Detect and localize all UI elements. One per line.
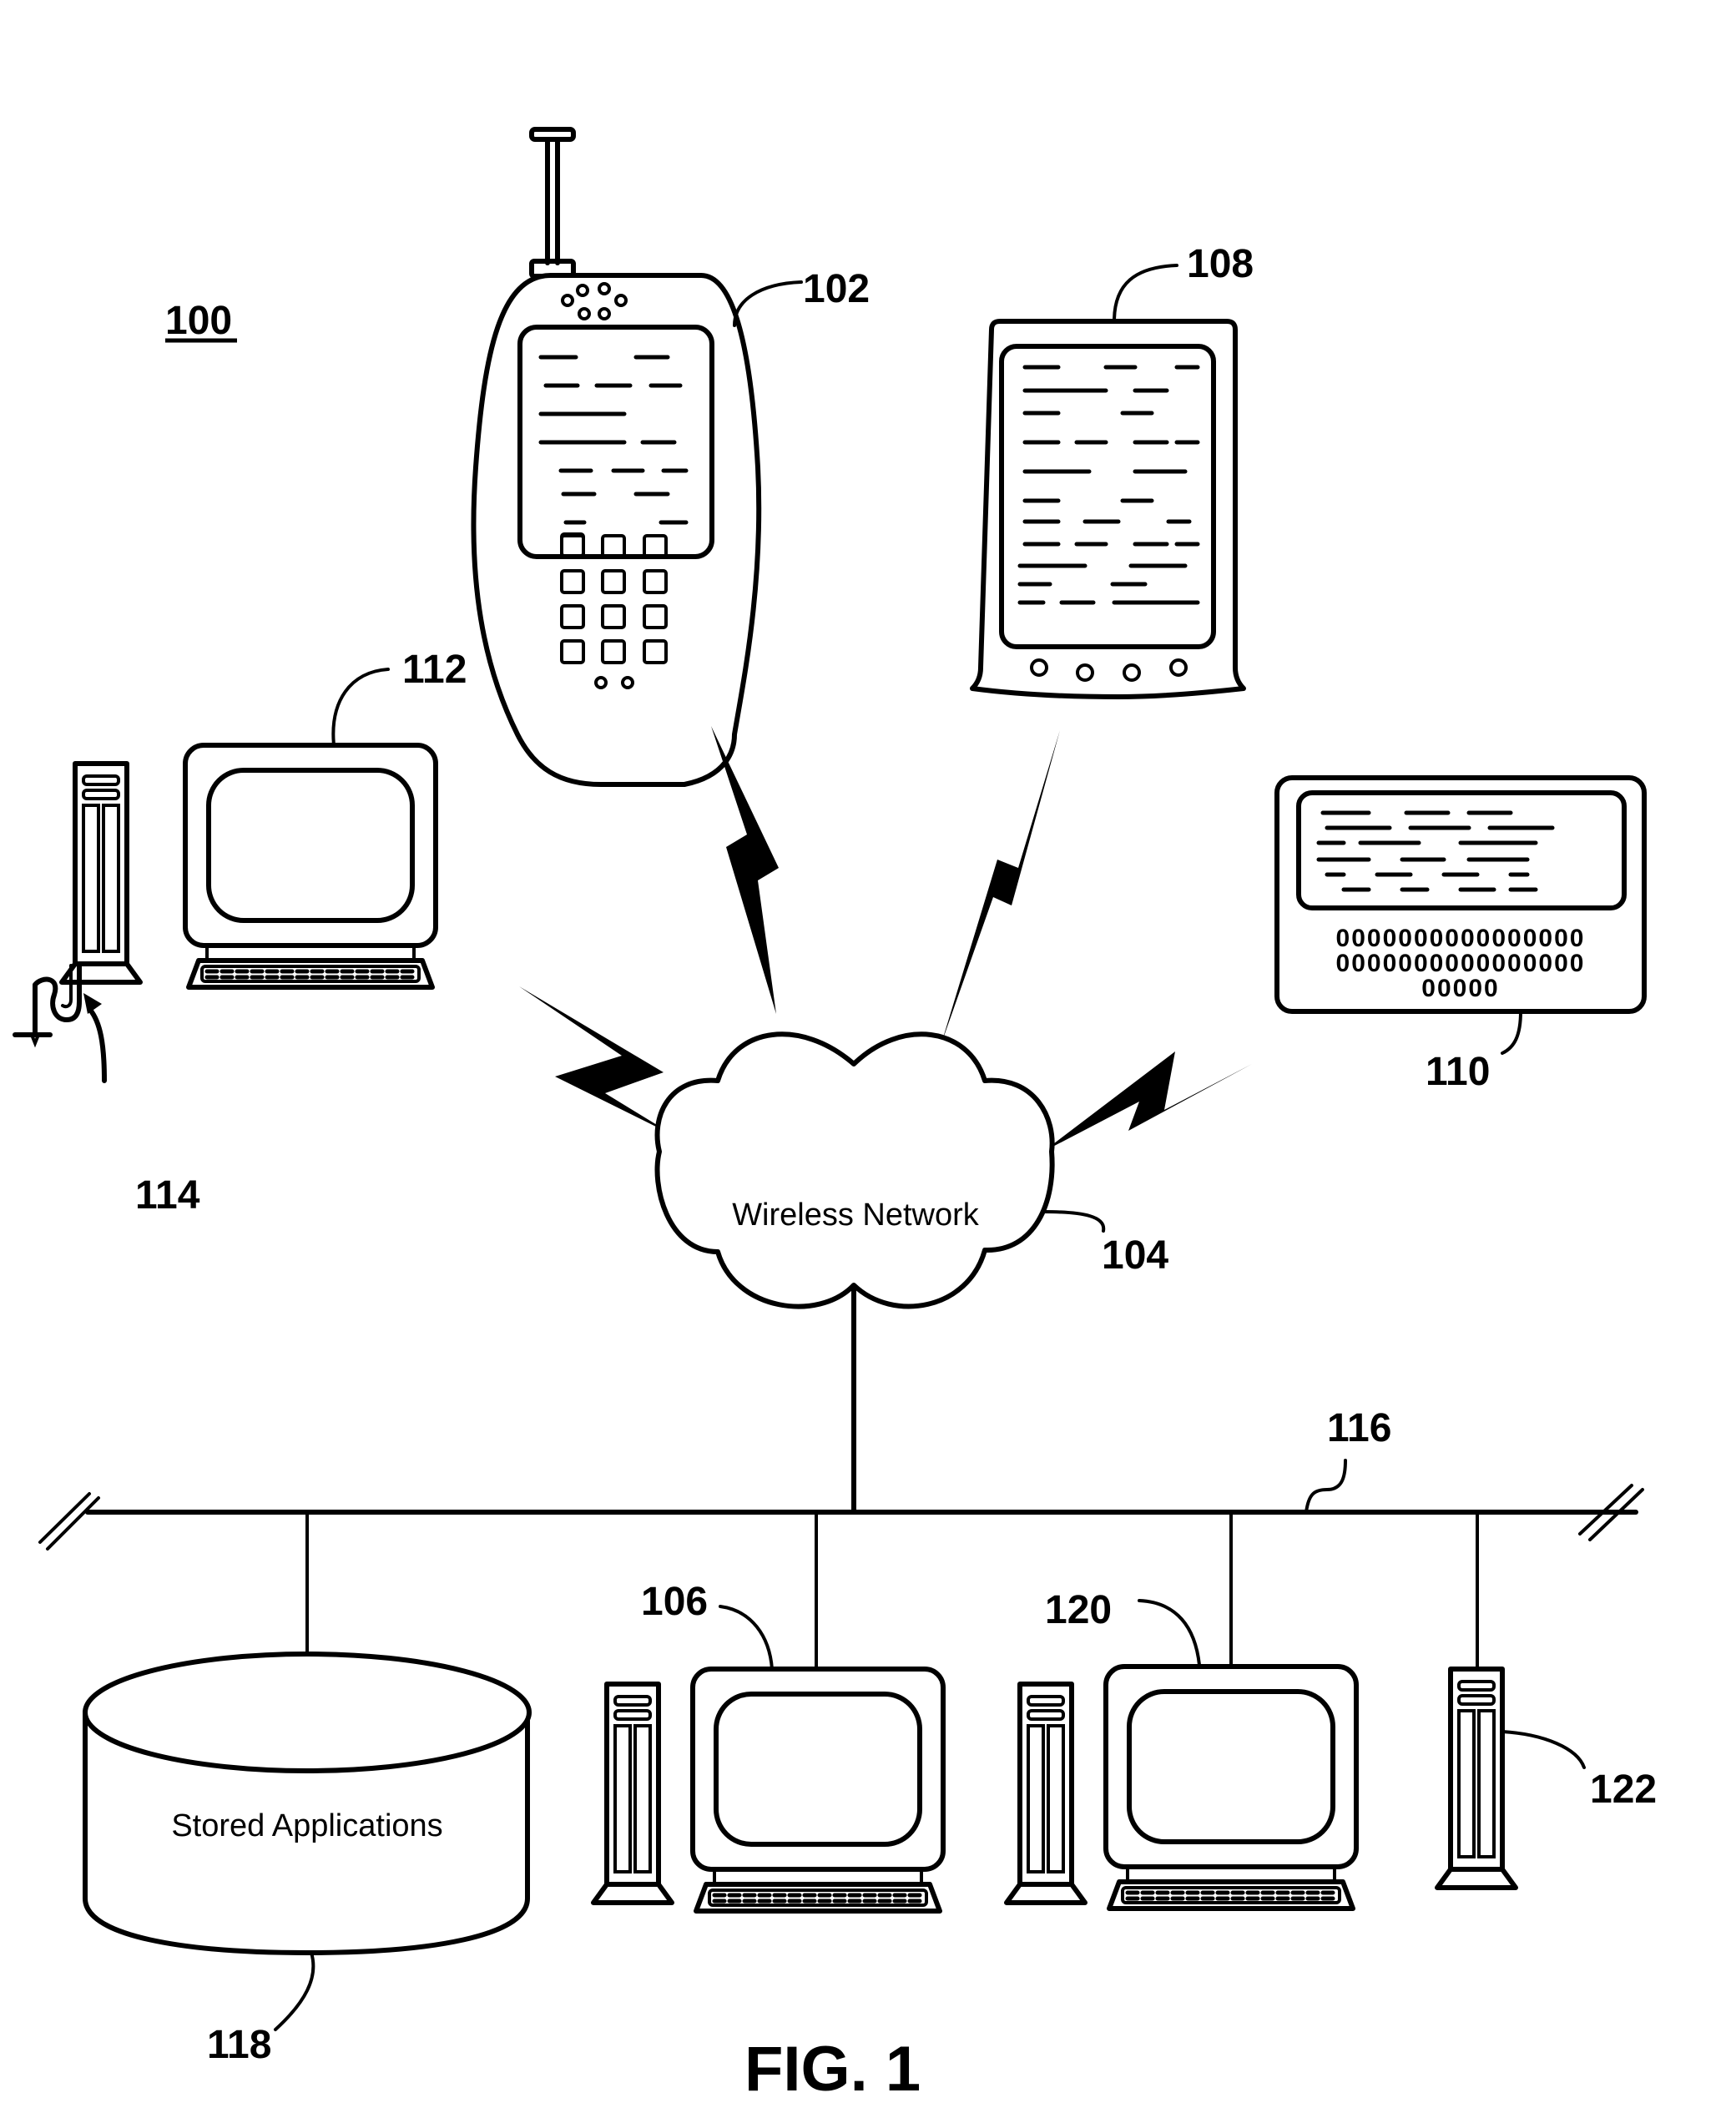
wireless-network-ref: 104 (1102, 1233, 1168, 1278)
wireless-computer-ref: 112 (402, 648, 467, 692)
workstation-icon (1007, 1667, 1356, 1909)
pager-keys-row-3: 00000 (1421, 975, 1499, 1002)
pager-keys-row-2: 0000000000000000 (1336, 950, 1586, 977)
server-tower-icon (1437, 1669, 1516, 1888)
figure-caption: FIG. 1 (744, 2034, 921, 2105)
database-ref: 118 (207, 2023, 271, 2067)
pager-ref: 110 (1426, 1050, 1490, 1094)
wireless-network-cloud: Wireless Network (654, 1031, 1055, 1309)
leader-112 (331, 668, 390, 747)
leader-116 (1305, 1459, 1347, 1514)
leader-110 (1501, 1010, 1522, 1055)
desktop-computer-ref: 106 (641, 1580, 708, 1624)
pager-icon: 0000000000000000 0000000000000000 00000 (1274, 775, 1647, 1014)
ground-wire-icon (13, 963, 82, 1048)
patent-figure: 100 102 108 0000000000000000 00000000000… (13, 127, 1657, 2105)
pda-ref: 108 (1187, 242, 1254, 286)
server-ref: 122 (1590, 1767, 1657, 1812)
system-ref: 100 (165, 299, 237, 343)
system-ref-label: 100 (165, 299, 232, 343)
leader-114 (88, 1007, 107, 1083)
leader-106 (719, 1605, 774, 1671)
pda-icon (970, 319, 1246, 699)
bus-break-left (38, 1492, 100, 1551)
workstation-ref: 120 (1045, 1588, 1112, 1632)
mobile-phone-icon (471, 127, 762, 787)
leader-118 (274, 1951, 315, 2031)
pager-keys-row-1: 0000000000000000 (1336, 925, 1586, 952)
wireless-link-108 (941, 730, 1060, 1043)
database-label: Stored Applications (171, 1808, 442, 1843)
leader-122 (1501, 1730, 1586, 1769)
leader-120 (1138, 1599, 1201, 1667)
mobile-phone-ref: 102 (803, 267, 870, 311)
wireless-network-label: Wireless Network (732, 1198, 980, 1233)
wireless-link-110 (1043, 1051, 1252, 1152)
leader-108 (1113, 264, 1178, 323)
desktop-computer-icon (593, 1669, 943, 1911)
wireless-computer-icon (62, 745, 436, 987)
wireless-link-112 (519, 986, 676, 1137)
leader-104 (1042, 1210, 1106, 1233)
leader-102 (733, 280, 803, 327)
network-bus-ref: 116 (1327, 1406, 1391, 1450)
ground-ref: 114 (135, 1173, 200, 1218)
database-cylinder-icon: Stored Applications (83, 1652, 532, 1955)
